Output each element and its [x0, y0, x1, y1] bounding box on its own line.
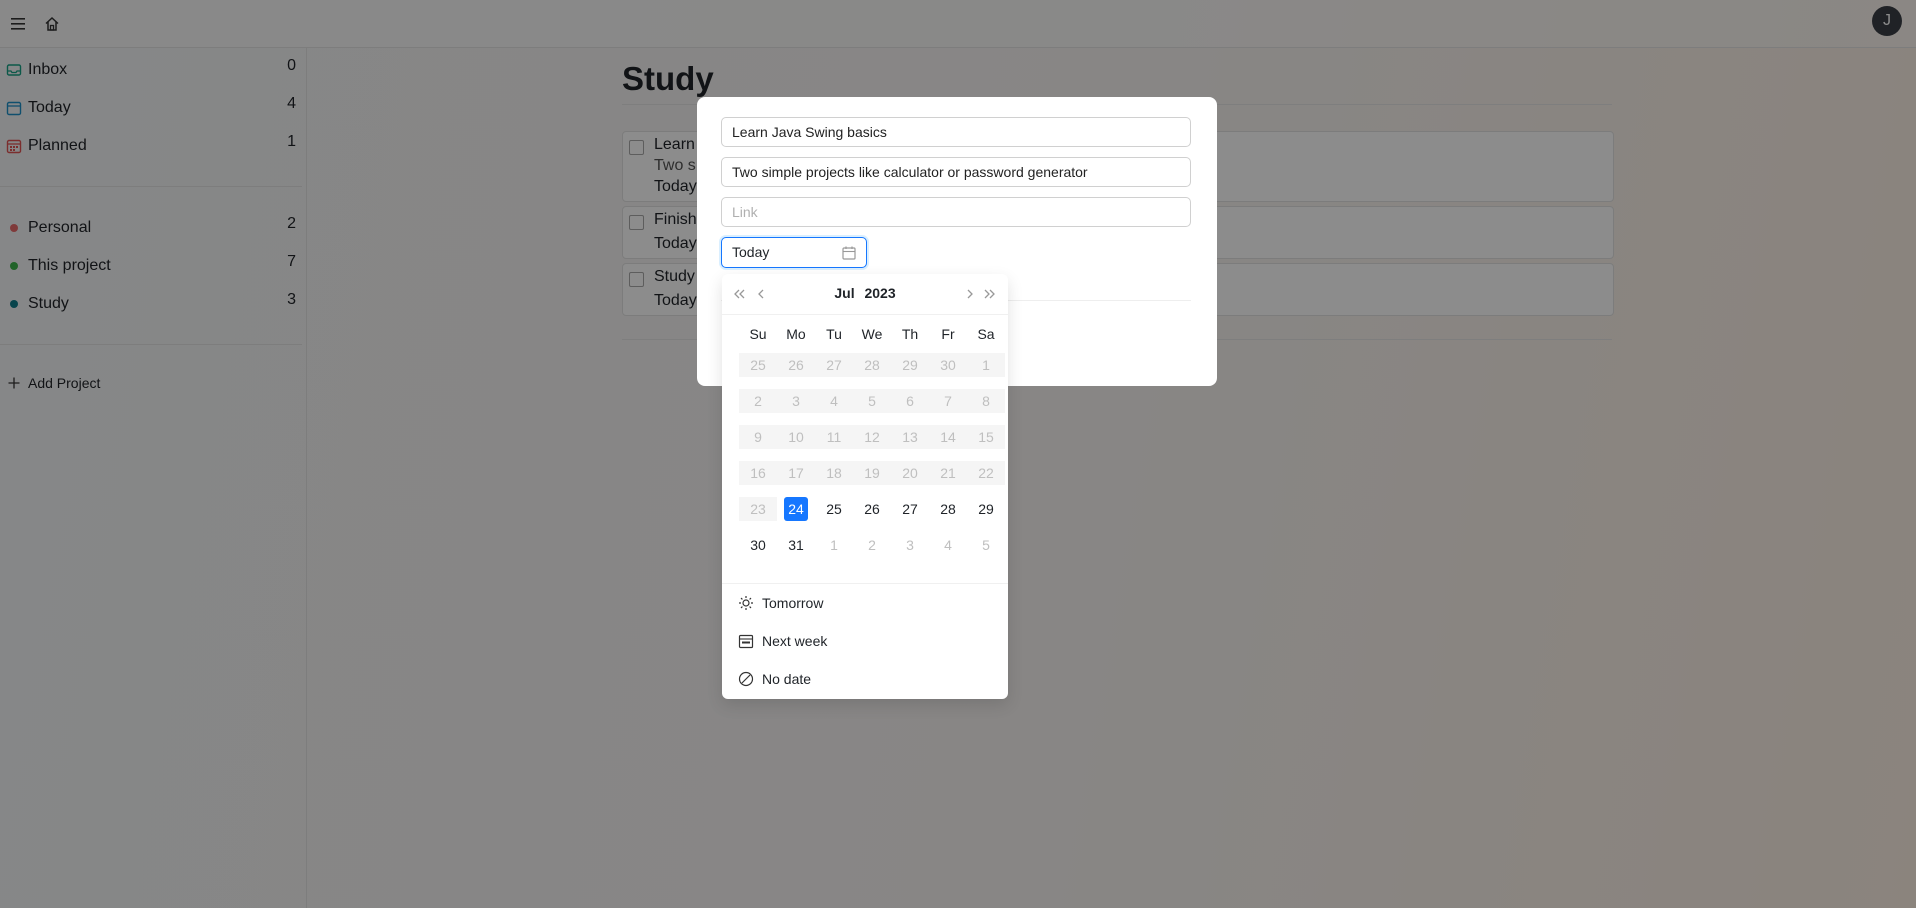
calendar-day: 10 [788, 429, 804, 445]
no-date-icon [738, 671, 754, 687]
calendar-day: 15 [978, 429, 994, 445]
calendar-day[interactable]: 29 [974, 497, 998, 521]
preset-label: No date [762, 671, 812, 687]
month-label[interactable]: Jul [834, 285, 854, 301]
calendar-day[interactable]: 1 [822, 533, 846, 557]
year-label[interactable]: 2023 [864, 285, 895, 301]
calendar-day: 27 [826, 357, 842, 373]
due-date-value: Today [732, 244, 770, 260]
next-month-icon[interactable] [962, 286, 978, 302]
calendar-day: 20 [902, 465, 918, 481]
weekday-header: Mo [786, 326, 806, 342]
link-input[interactable]: Link [721, 197, 1191, 227]
calendar-day: 26 [788, 357, 804, 373]
preset-tomorrow[interactable]: Tomorrow [738, 595, 823, 611]
calendar-day[interactable]: 31 [784, 533, 808, 557]
calendar-day: 4 [830, 393, 838, 409]
calendar-day[interactable]: 28 [936, 497, 960, 521]
weekday-header: Th [901, 326, 919, 342]
calendar-day: 7 [944, 393, 952, 409]
calendar-icon [842, 246, 856, 260]
calendar-day[interactable]: 5 [974, 533, 998, 557]
calendar-day: 14 [940, 429, 956, 445]
calendar-day[interactable]: 4 [936, 533, 960, 557]
due-date-input[interactable]: Today [721, 237, 867, 268]
calendar-day[interactable]: 3 [898, 533, 922, 557]
presets-divider [722, 583, 1008, 584]
calendar-day: 21 [940, 465, 956, 481]
sun-icon [739, 596, 753, 610]
calendar-day[interactable]: 25 [822, 497, 846, 521]
calendar-day: 5 [868, 393, 876, 409]
calendar-day: 13 [902, 429, 918, 445]
preset-no-date[interactable]: No date [738, 671, 811, 687]
weekday-header: Sa [977, 326, 995, 342]
date-picker-header: Jul 2023 [722, 274, 1008, 315]
calendar-day: 22 [978, 465, 994, 481]
calendar-day: 30 [940, 357, 956, 373]
calendar-day[interactable]: 27 [898, 497, 922, 521]
calendar-day: 28 [864, 357, 880, 373]
calendar-day: 17 [788, 465, 804, 481]
preset-label: Next week [762, 633, 828, 649]
calendar-day: 8 [982, 393, 990, 409]
weekday-header: We [861, 326, 883, 342]
calendar-day: 16 [750, 465, 766, 481]
calendar-day: 9 [754, 429, 762, 445]
weekday-header: Tu [826, 326, 842, 342]
calendar-day: 6 [906, 393, 914, 409]
calendar-day: 3 [792, 393, 800, 409]
calendar-day: 29 [902, 357, 918, 373]
next-year-icon[interactable] [981, 286, 997, 302]
date-picker-panel: Jul 2023 Su Mo Tu We Th Fr Sa 25 26 27 28 29 30 1 2 3 4 5… [722, 274, 1008, 699]
calendar-day-selected[interactable]: 24 [784, 497, 808, 521]
weekday-header: Su [749, 326, 767, 342]
calendar-day: 18 [826, 465, 842, 481]
calendar-week-icon [738, 634, 754, 649]
preset-label: Tomorrow [762, 595, 824, 611]
calendar-day[interactable]: 30 [746, 533, 770, 557]
calendar-day: 19 [864, 465, 880, 481]
calendar-day: 11 [826, 429, 842, 445]
calendar-day: 12 [864, 429, 880, 445]
calendar-day: 1 [982, 357, 990, 373]
calendar-day[interactable]: 26 [860, 497, 884, 521]
calendar-day[interactable]: 2 [860, 533, 884, 557]
weekday-header: Fr [941, 326, 955, 342]
task-title-input[interactable]: Learn Java Swing basics [721, 117, 1191, 147]
calendar-day: 2 [754, 393, 762, 409]
calendar-day: 23 [750, 501, 766, 517]
task-description-input[interactable]: Two simple projects like calculator or p… [721, 157, 1191, 187]
preset-next-week[interactable]: Next week [738, 633, 827, 649]
calendar-day: 25 [750, 357, 766, 373]
